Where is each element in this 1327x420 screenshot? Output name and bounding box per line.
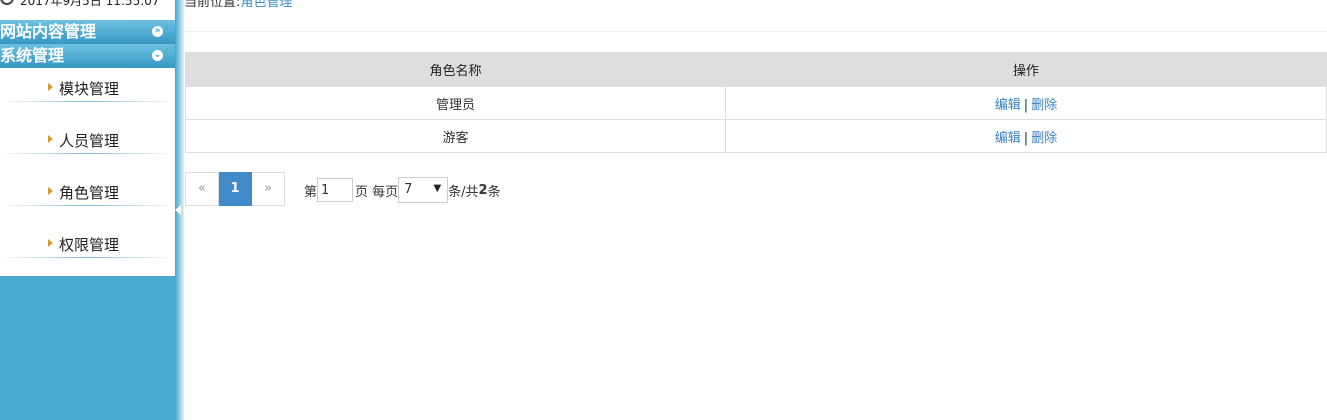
menu-section-system-management[interactable]: 系统管理 ⌄ — [0, 44, 175, 68]
divider — [0, 257, 175, 258]
per-page-value: 7 — [404, 182, 413, 197]
main-content: 当前位置:角色管理 角色名称 操作 管理员 编辑|删除 游客 编辑|删除 — [184, 0, 1327, 420]
menu-section-content-management[interactable]: 网站内容管理 » — [0, 20, 175, 44]
sidebar-item-roles[interactable]: 角色管理 — [0, 172, 175, 224]
sidebar-item-modules[interactable]: 模块管理 — [0, 68, 175, 120]
divider — [0, 205, 175, 206]
prev-page-button[interactable]: « — [185, 172, 219, 206]
column-header-role-name: 角色名称 — [185, 52, 726, 87]
sidebar-item-users[interactable]: 人员管理 — [0, 120, 175, 172]
column-header-actions: 操作 — [725, 52, 1327, 87]
breadcrumb: 当前位置:角色管理 — [184, 0, 292, 10]
breadcrumb-current[interactable]: 角色管理 — [240, 0, 292, 10]
menu-section-label: 网站内容管理 — [0, 22, 97, 41]
breadcrumb-prefix: 当前位置: — [184, 0, 241, 10]
edit-link[interactable]: 编辑 — [995, 131, 1021, 146]
caret-right-icon — [48, 239, 53, 247]
clock-text: 2017年9月5日 11:55:07 — [20, 0, 160, 8]
page-prefix-label: 第 — [304, 184, 318, 200]
role-name-cell: 游客 — [185, 119, 726, 153]
caret-right-icon — [48, 83, 53, 91]
next-page-button[interactable]: » — [252, 172, 285, 206]
items-prefix-label: 条/共 — [448, 184, 479, 200]
edit-link[interactable]: 编辑 — [995, 98, 1021, 113]
sidebar-item-label: 模块管理 — [59, 80, 120, 98]
sidebar-splitter[interactable] — [175, 0, 184, 420]
sidebar-item-permissions[interactable]: 权限管理 — [0, 224, 175, 276]
per-page-label: 页 每页 — [355, 184, 399, 200]
separator: | — [1023, 97, 1029, 113]
pagination: « 1 » — [185, 172, 285, 206]
actions-cell: 编辑 | 删除 — [725, 86, 1327, 120]
total-count: 2 — [478, 182, 488, 198]
delete-link[interactable]: 删除 — [1031, 131, 1057, 146]
page-1-button[interactable]: 1 — [219, 172, 252, 206]
delete-link[interactable]: 删除 — [1031, 98, 1057, 113]
caret-right-icon — [48, 135, 53, 143]
collapse-sidebar-icon[interactable] — [175, 205, 181, 215]
actions-cell: 编辑 | 删除 — [725, 119, 1327, 153]
items-suffix-label: 条 — [487, 184, 501, 200]
clock-bar: 2017年9月5日 11:55:07 — [0, 0, 175, 20]
submenu: 模块管理 人员管理 角色管理 权限管理 — [0, 68, 175, 276]
divider — [184, 31, 1327, 32]
sidebar-item-label: 角色管理 — [59, 184, 120, 202]
menu-section-label: 系统管理 — [0, 46, 65, 65]
role-table: 角色名称 操作 管理员 编辑 | 删除 游客 编辑 | 删除 — [185, 52, 1327, 153]
page-info: 第 页 每页 7 ▼ 条/共2条 — [304, 177, 501, 203]
separator: | — [1023, 130, 1029, 146]
sidebar: 2017年9月5日 11:55:07 网站内容管理 » 系统管理 ⌄ 模块管理 … — [0, 0, 175, 420]
divider — [0, 153, 175, 154]
role-name-cell: 管理员 — [185, 86, 726, 120]
page-number-input[interactable] — [317, 178, 354, 202]
sidebar-item-label: 权限管理 — [59, 236, 120, 254]
sidebar-item-label: 人员管理 — [59, 132, 120, 150]
table-row: 游客 编辑 | 删除 — [185, 119, 1327, 153]
table-header-row: 角色名称 操作 — [185, 52, 1327, 87]
table-row: 管理员 编辑 | 删除 — [185, 86, 1327, 120]
expand-icon[interactable]: » — [152, 26, 163, 37]
caret-right-icon — [48, 187, 53, 195]
collapse-icon[interactable]: ⌄ — [152, 50, 163, 61]
per-page-select[interactable]: 7 ▼ — [398, 177, 449, 203]
divider — [0, 101, 175, 102]
clock-icon — [0, 0, 14, 5]
dropdown-caret-icon: ▼ — [433, 183, 442, 194]
